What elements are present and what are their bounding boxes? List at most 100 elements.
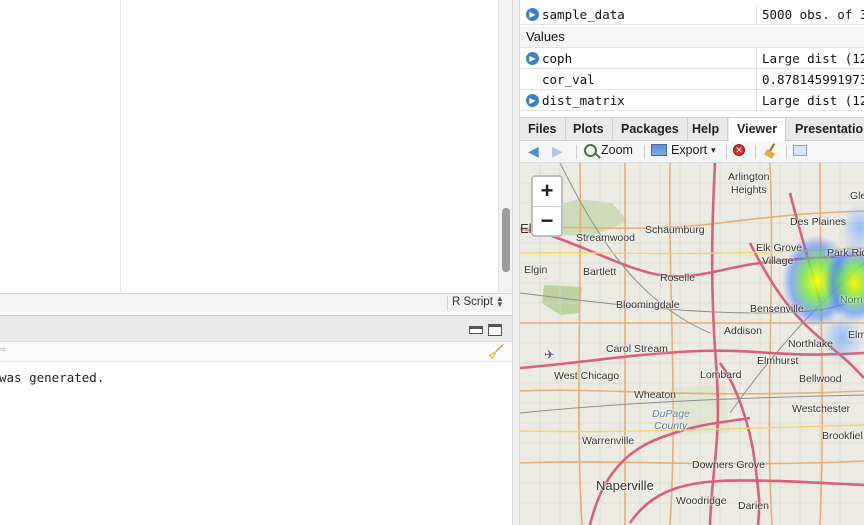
map-label: Carol Stream	[606, 343, 668, 355]
toolbar-separator	[786, 145, 787, 159]
map-label: Roselle	[660, 272, 696, 284]
expand-icon[interactable]: ▶	[526, 8, 539, 21]
map-label: Brookfiel	[822, 430, 863, 442]
env-row-name: dist_matrix	[542, 93, 625, 108]
broom-icon	[764, 143, 778, 157]
toolbar-separator	[726, 145, 727, 159]
map-label: Naperville	[596, 478, 654, 493]
env-row-cor-val[interactable]: cor_val 0.8781459919733	[520, 69, 864, 90]
editor-scrollbar[interactable]	[498, 0, 512, 293]
map-label: Des Plaines	[790, 216, 847, 228]
console-header	[0, 315, 512, 342]
map-label: Lombard	[700, 369, 742, 381]
zoom-magnifier-icon	[584, 143, 597, 157]
open-in-window-icon	[793, 145, 807, 156]
tab-files[interactable]: Files	[520, 118, 566, 141]
export-label: Export	[671, 143, 708, 157]
stop-button[interactable]: ✕	[733, 144, 745, 156]
map-label: Elgin	[524, 264, 548, 276]
tab-help[interactable]: Help	[684, 118, 729, 141]
map-label: Elmhurst	[757, 355, 799, 367]
env-row-sample-data[interactable]: ▶ sample_data 5000 obs. of 3	[520, 4, 864, 25]
map-label: Bensenville	[750, 303, 804, 315]
column-divider	[756, 90, 757, 110]
expand-icon[interactable]: ▶	[526, 52, 539, 65]
map-label: DuPage	[652, 408, 690, 420]
map-label: Westchester	[792, 403, 851, 415]
source-editor[interactable]: R Script ▲ ▼	[0, 0, 512, 312]
pane-splitter[interactable]	[512, 0, 520, 525]
console-output[interactable]: was generated.	[0, 362, 512, 525]
export-button[interactable]: Export ▾	[651, 143, 716, 157]
editor-status-bar: R Script ▲ ▼	[0, 293, 512, 312]
editor-margin-line	[120, 0, 121, 293]
back-arrow-icon[interactable]: ◀	[528, 143, 539, 160]
zoom-in-button[interactable]: +	[533, 177, 561, 206]
map-label: Bartlett	[583, 266, 617, 278]
map-label: Streamwood	[576, 232, 635, 244]
map-label: Gle	[850, 190, 864, 202]
toolbar-separator	[576, 145, 577, 159]
expand-icon[interactable]: ▶	[526, 94, 539, 107]
map-label: Woodridge	[676, 495, 727, 507]
zoom-label: Zoom	[601, 143, 633, 157]
tab-plots[interactable]: Plots	[565, 118, 613, 141]
env-row-coph[interactable]: ▶ coph Large dist (12	[520, 48, 864, 69]
env-row-value: Large dist (12	[762, 51, 864, 66]
status-divider	[447, 296, 448, 311]
env-row-value: Large dist (12	[762, 93, 864, 108]
new-window-button[interactable]	[793, 145, 807, 156]
map-label: Village	[762, 255, 794, 267]
forward-arrow-icon[interactable]: ▶	[552, 143, 563, 160]
clear-console-broom-icon[interactable]: 🧹	[488, 344, 504, 360]
maximize-pane-icon[interactable]	[488, 324, 502, 336]
map-zoom-control: + −	[531, 175, 563, 237]
tab-packages[interactable]: Packages	[613, 118, 688, 141]
column-divider	[756, 69, 757, 89]
zoom-out-button[interactable]: −	[533, 206, 561, 235]
map-label: Elk Grove	[756, 242, 803, 254]
toolbar-separator	[755, 145, 756, 159]
viewer-toolbar: ◀ ▶ Zoom Export ▾ ✕	[520, 141, 864, 163]
map-label: Bloomingdale	[616, 299, 680, 311]
map-label: Schaumburg	[645, 224, 705, 236]
map-label: Darien	[738, 500, 769, 512]
map-label: Heights	[731, 184, 767, 196]
env-row-name: sample_data	[542, 7, 625, 22]
map-label: Downers Grove	[692, 459, 765, 471]
toolbar-separator	[644, 145, 645, 159]
output-pane-tabs: Files Plots Packages Help Viewer Present…	[520, 117, 864, 142]
env-section-label: Values	[526, 29, 565, 44]
map-label: County	[654, 420, 688, 432]
zoom-button[interactable]: Zoom	[584, 143, 633, 157]
clear-viewer-button[interactable]	[764, 143, 778, 157]
map-label: Arlington	[728, 171, 770, 183]
map-label: Addison	[724, 325, 762, 337]
map-label: Bellwood	[799, 373, 842, 385]
language-mode-select[interactable]: R Script ▲ ▼	[452, 294, 504, 309]
tab-viewer[interactable]: Viewer	[729, 118, 787, 142]
env-row-value: 0.8781459919733	[762, 72, 864, 87]
map-label: Elm	[848, 329, 864, 341]
map-label: Warrenville	[582, 435, 635, 447]
column-divider	[756, 48, 757, 68]
map-label: Park Rid	[827, 247, 864, 259]
stop-icon: ✕	[733, 144, 745, 156]
env-row-value: 5000 obs. of 3	[762, 7, 864, 22]
env-row-name: cor_val	[542, 72, 595, 87]
column-divider	[756, 4, 757, 24]
console-output-line: was generated.	[0, 370, 105, 385]
console-arrow-icon: ⇨	[0, 345, 7, 356]
tab-presentation[interactable]: Presentation	[787, 118, 864, 141]
leaflet-map[interactable]: ✈ Arlington Heights Gle Des Plaines Scha…	[520, 163, 864, 525]
export-image-icon	[651, 144, 667, 156]
map-label: Wheaton	[634, 389, 677, 401]
env-section-values: Values	[520, 27, 864, 48]
console-toolbar: ⇨ 🧹	[0, 342, 512, 362]
environment-pane: ▶ sample_data 5000 obs. of 3 Values ▶ co…	[520, 0, 864, 112]
minimize-pane-icon[interactable]	[469, 326, 483, 334]
env-row-name: coph	[542, 51, 573, 66]
editor-scrollbar-thumb[interactable]	[502, 208, 510, 272]
env-row-dist-matrix[interactable]: ▶ dist_matrix Large dist (12	[520, 90, 864, 111]
updown-chevron-icon: ▲ ▼	[495, 294, 504, 309]
